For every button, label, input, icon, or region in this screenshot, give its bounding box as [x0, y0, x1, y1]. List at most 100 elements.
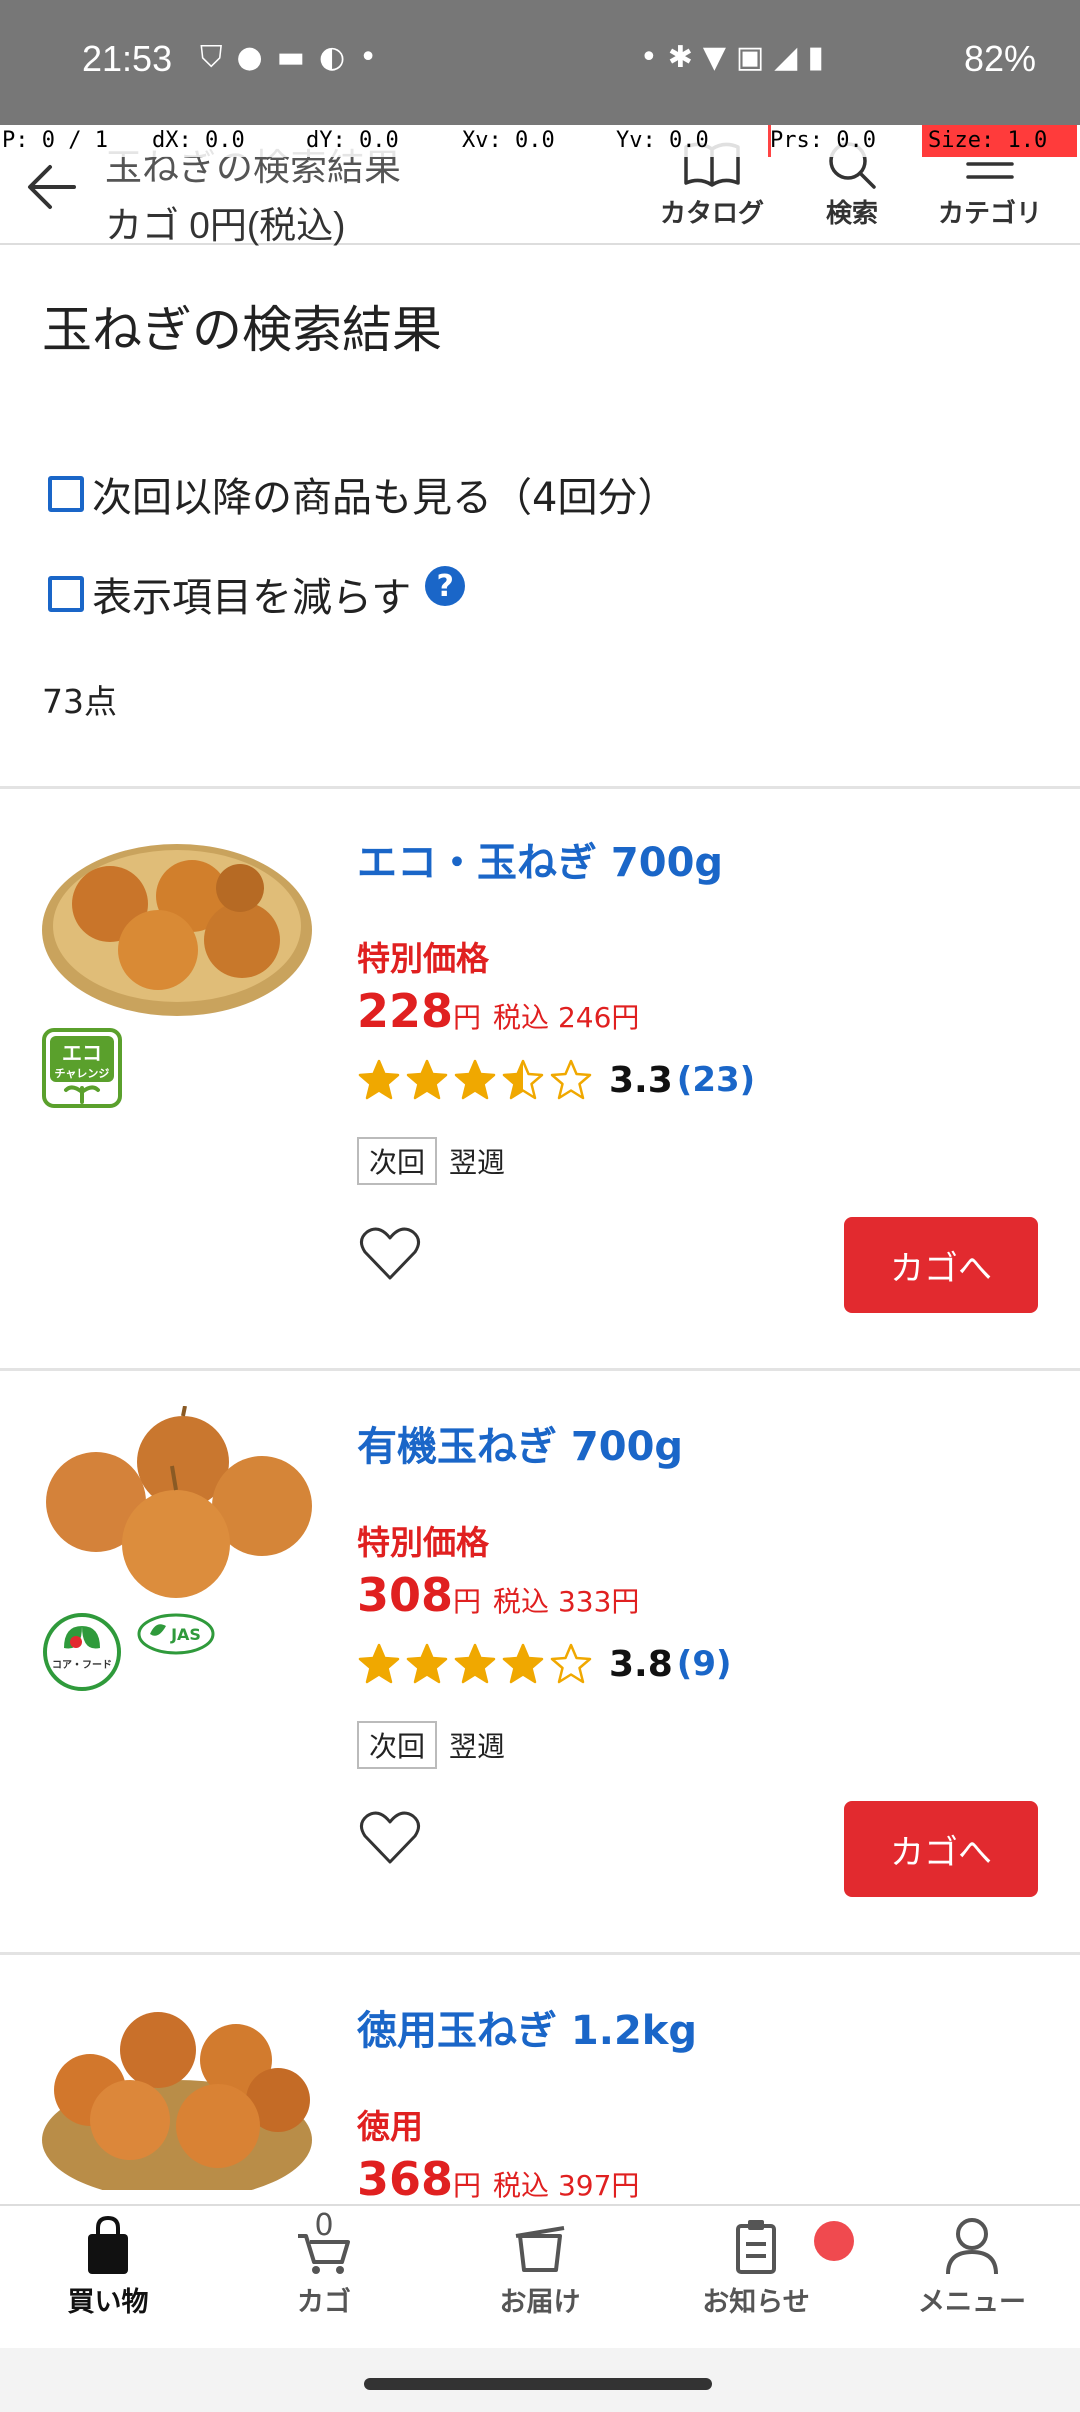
reduce-items-label: 表示項目を減らす — [92, 575, 412, 621]
heart-icon[interactable] — [357, 1808, 423, 1868]
price: 368円 税込 397円 — [357, 2152, 639, 2204]
review-count[interactable]: (9) — [677, 1644, 732, 1684]
product-name[interactable]: 有機玉ねぎ 700g — [357, 1414, 683, 1472]
debug-dy: dY: 0.0 — [306, 128, 399, 153]
nav-menu[interactable]: メニュー — [864, 2214, 1080, 2319]
notification-dot — [814, 2221, 854, 2261]
status-bar: 21:53 ⛉●▬◐• •✱▼▣◢▮ 82% — [0, 0, 1080, 125]
delivery-week: 翌週 — [449, 1146, 506, 1179]
price-tag: 特別価格 — [357, 939, 489, 978]
nav-delivery[interactable]: お届け — [432, 2214, 648, 2319]
notification-icons: ⛉●▬◐• — [200, 40, 391, 75]
bulk-onions-image[interactable] — [40, 1990, 315, 2190]
reduce-items-checkbox[interactable]: 表示項目を減らす ? — [48, 566, 466, 621]
checkbox-box[interactable] — [48, 476, 84, 512]
bottom-nav: 買い物 0 カゴ お届け お知らせ メニュー — [0, 2204, 1080, 2348]
price-tag: 徳用 — [357, 2107, 423, 2146]
star-icon — [550, 1059, 592, 1100]
bluetooth-icon: ✱ — [667, 40, 703, 75]
rating-score: 3.8 — [609, 1643, 673, 1685]
dot-icon: • — [640, 40, 668, 75]
add-to-cart-button[interactable]: カゴへ — [844, 1801, 1038, 1897]
debug-dx: dX: 0.0 — [152, 128, 245, 153]
price-yen: 円 — [453, 2169, 482, 2202]
cart-count: 0 — [314, 2208, 334, 2243]
price: 228円 税込 246円 — [357, 984, 639, 1038]
nav-cart-label: カゴ — [297, 2287, 351, 2318]
delivery-info: 次回 翌週 — [357, 1137, 505, 1185]
star-icon — [406, 1643, 448, 1684]
rating[interactable]: 3.3 (23) — [357, 1058, 755, 1102]
star-icon — [454, 1059, 496, 1100]
debug-xv: Xv: 0.0 — [462, 128, 555, 153]
search-label: 検索 — [825, 199, 878, 229]
nav-shopping-label: 買い物 — [67, 2287, 149, 2318]
star-icon — [502, 1059, 544, 1100]
core-food-text: コア・フード — [52, 1659, 112, 1671]
nav-shopping[interactable]: 買い物 — [0, 2214, 216, 2319]
catalog-label: カタログ — [660, 199, 765, 229]
delivery-box-icon — [515, 2226, 565, 2272]
nav-delivery-label: お届け — [499, 2287, 581, 2318]
eco-badge-line2: チャレンジ — [55, 1067, 110, 1080]
divider — [0, 1952, 1080, 1955]
vpn-icon: ⛉ — [200, 40, 237, 75]
rating[interactable]: 3.8 (9) — [357, 1642, 732, 1686]
shopping-bag-icon — [88, 2215, 128, 2274]
price-amount: 308 — [357, 1568, 454, 1622]
debug-size: Size: 1.0 — [922, 125, 1077, 157]
volte-icon: ▣ — [735, 40, 775, 75]
battery-icon: ▮ — [807, 40, 834, 75]
delivery-week: 翌週 — [449, 1730, 506, 1763]
price: 308円 税込 333円 — [357, 1568, 639, 1622]
header-cart-summary[interactable]: カゴ 0円(税込) — [105, 195, 346, 249]
product-name[interactable]: 徳用玉ねぎ 1.2kg — [357, 1998, 697, 2056]
product-name[interactable]: エコ・玉ねぎ 700g — [357, 830, 723, 888]
wifi-icon: ▼ — [702, 40, 736, 75]
review-count[interactable]: (23) — [677, 1060, 755, 1100]
nav-cart[interactable]: 0 カゴ — [216, 2208, 432, 2319]
price-yen: 円 — [453, 1001, 482, 1034]
star-icon — [502, 1643, 544, 1684]
help-icon[interactable]: ? — [425, 566, 466, 606]
jas-text: JAS — [170, 1625, 201, 1644]
eco-challenge-badge: エコ チャレンジ — [42, 1028, 122, 1108]
jas-organic-badge: JAS — [137, 1613, 215, 1655]
divider — [0, 786, 1080, 789]
pig-icon: ● — [236, 40, 277, 75]
category-label: カテゴリ — [938, 199, 1043, 229]
price-tax-included: 税込 246円 — [493, 1001, 640, 1034]
show-future-items-label: 次回以降の商品も見る（4回分） — [92, 475, 678, 521]
price-tag: 特別価格 — [357, 1523, 489, 1562]
badge-list: エコ チャレンジ — [42, 1028, 122, 1108]
home-gesture-bar[interactable] — [364, 2378, 712, 2390]
sync-icon: ◐ — [319, 40, 360, 75]
system-icons: •✱▼▣◢▮ — [640, 40, 834, 75]
battery-percent: 82% — [964, 38, 1037, 79]
price-amount: 368 — [357, 2152, 454, 2204]
checkbox-box[interactable] — [48, 576, 84, 612]
price-tax-included: 税込 397円 — [493, 2169, 640, 2202]
line-icon: ▬ — [276, 40, 320, 75]
page-title: 玉ねぎの検索結果 — [42, 302, 442, 358]
onion-basket-image[interactable] — [40, 822, 315, 1022]
star-icon — [454, 1643, 496, 1684]
star-icon — [358, 1643, 400, 1684]
rating-stars — [357, 1058, 593, 1102]
delivery-label: 次回 — [357, 1137, 438, 1185]
dot-icon: • — [359, 40, 391, 75]
divider — [0, 1368, 1080, 1371]
signal-icon: ◢ — [774, 40, 808, 75]
back-arrow-icon[interactable] — [22, 157, 82, 217]
add-to-cart-button[interactable]: カゴへ — [844, 1217, 1038, 1313]
eco-badge-line1: エコ — [62, 1041, 102, 1065]
organic-onions-image[interactable] — [40, 1406, 315, 1606]
rating-score: 3.3 — [609, 1059, 673, 1101]
nav-notice-label: お知らせ — [702, 2287, 810, 2318]
product-card: エコ チャレンジ エコ・玉ねぎ 700g 特別価格 228円 税込 246円 3.… — [0, 792, 1080, 1368]
heart-icon[interactable] — [357, 1224, 423, 1284]
nav-menu-label: メニュー — [918, 2287, 1026, 2318]
star-icon — [406, 1059, 448, 1100]
price-yen: 円 — [453, 1585, 482, 1618]
show-future-items-checkbox[interactable]: 次回以降の商品も見る（4回分） — [48, 469, 677, 521]
